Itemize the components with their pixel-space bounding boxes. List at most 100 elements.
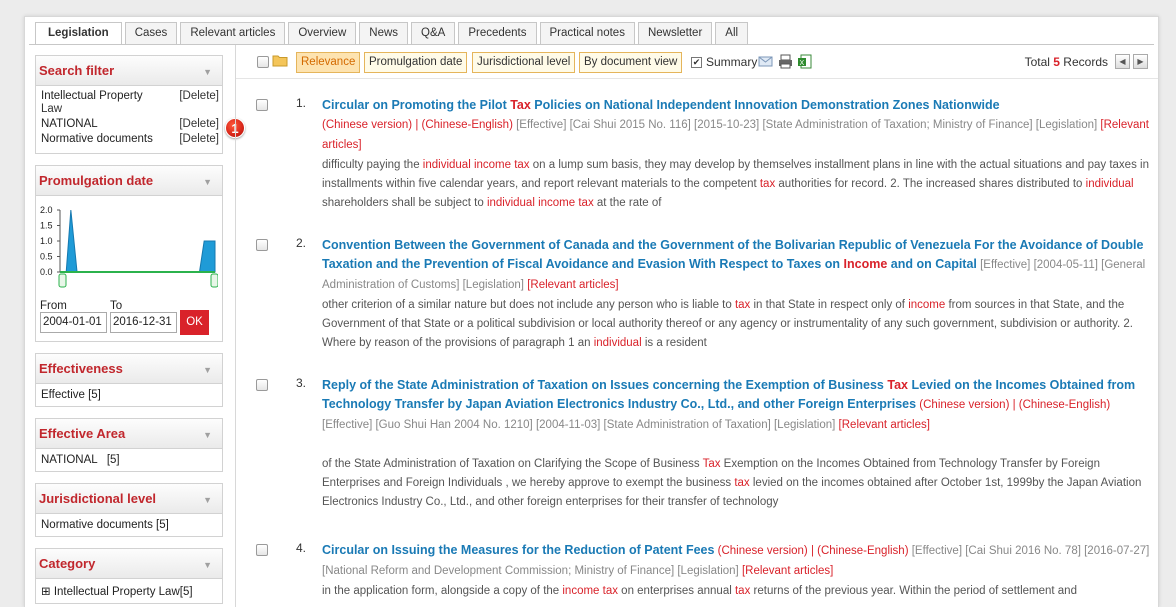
collapse-arrow-icon[interactable]: ▼ xyxy=(203,167,212,197)
panel-header[interactable]: Search filter ▼ xyxy=(36,56,222,86)
range-end-handle[interactable] xyxy=(210,273,218,288)
panel-header[interactable]: Category ▼ xyxy=(36,549,222,579)
print-icon[interactable] xyxy=(778,54,793,69)
panel-header[interactable]: Effectiveness ▼ xyxy=(36,354,222,384)
panel-header[interactable]: Promulgation date ▼ xyxy=(36,166,222,196)
panel-title: Effectiveness xyxy=(39,361,123,376)
filter-label: Normative documents xyxy=(41,133,153,145)
collapse-arrow-icon[interactable]: ▼ xyxy=(203,420,212,450)
title-text: Reply of the State Administration of Tax… xyxy=(322,378,888,392)
prev-page-button[interactable]: ◀ xyxy=(1115,54,1130,69)
y-tick-label: 0.5 xyxy=(40,252,53,262)
collapse-arrow-icon[interactable]: ▼ xyxy=(203,550,212,580)
panel-title: Effective Area xyxy=(39,426,126,441)
next-page-button[interactable]: ▶ xyxy=(1133,54,1148,69)
from-date-input[interactable]: 2004-01-01 xyxy=(40,312,107,333)
collapse-arrow-icon[interactable]: ▼ xyxy=(203,355,212,385)
delete-link[interactable]: [Delete] xyxy=(179,133,219,146)
result-metadata: [Effective] [Cai Shui 2015 No. 116] [201… xyxy=(512,119,1101,131)
tab-legislation[interactable]: Legislation xyxy=(35,22,122,45)
keyword-highlight: Tax xyxy=(887,378,908,392)
result-snippet: of the State Administration of Taxation … xyxy=(322,458,1142,508)
tab-bar: Legislation Cases Relevant articles Over… xyxy=(35,22,751,45)
filter-item-normative: Normative documents [Delete] xyxy=(41,133,219,146)
effectiveness-panel: Effectiveness ▼ Effective [5] xyxy=(35,353,223,407)
panel-header[interactable]: Jurisdictional level ▼ xyxy=(36,484,222,514)
jurisdictional-level-panel: Jurisdictional level ▼ Normative document… xyxy=(35,483,223,537)
panel-title: Category xyxy=(39,556,96,571)
result-snippet: difficulty paying the individual income … xyxy=(322,159,1149,209)
to-label: To xyxy=(110,300,123,312)
sort-promulgation-date-button[interactable]: Promulgation date xyxy=(364,52,468,73)
search-filter-panel: Search filter ▼ Intellectual Property Law [… xyxy=(35,55,223,154)
collapse-arrow-icon[interactable]: ▼ xyxy=(203,485,212,515)
main-window: Legislation Cases Relevant articles Over… xyxy=(24,16,1159,607)
tab-news[interactable]: News xyxy=(359,22,409,44)
relevant-articles-link[interactable]: [Relevant articles] xyxy=(527,279,618,291)
tab-qa[interactable]: Q&A xyxy=(411,22,456,44)
result-snippet: other criterion of a similar nature but … xyxy=(322,299,1133,349)
version-links[interactable]: (Chinese version) | (Chinese-English) xyxy=(322,119,513,131)
collapse-arrow-icon[interactable]: ▼ xyxy=(203,57,212,87)
svg-text:X: X xyxy=(800,60,805,67)
relevant-articles-link[interactable]: [Relevant articles] xyxy=(742,565,833,577)
excel-export-icon[interactable]: X xyxy=(797,54,812,69)
promulgation-date-chart[interactable]: 2.0 1.5 1.0 0.5 0.0 xyxy=(40,202,218,302)
category-panel: Category ▼ ⊞ Intellectual Property Law[5] xyxy=(35,548,223,604)
select-all-checkbox[interactable] xyxy=(257,56,269,68)
to-date-input[interactable]: 2016-12-31 xyxy=(110,312,177,333)
relevant-articles-link[interactable]: [Relevant articles] xyxy=(839,419,930,431)
tab-newsletter[interactable]: Newsletter xyxy=(637,22,713,44)
total-suffix: Records xyxy=(1059,55,1108,69)
facet-item[interactable]: Normative documents [5] xyxy=(41,519,169,531)
total-records: Total 5 Records xyxy=(1025,55,1108,69)
tab-all[interactable]: All xyxy=(715,22,749,44)
result-title-link[interactable]: Circular on Promoting the Pilot Tax Poli… xyxy=(322,98,1000,112)
facet-item[interactable]: ⊞ Intellectual Property Law[5] xyxy=(41,586,193,598)
title-text: Policies on National Independent Innovat… xyxy=(530,98,1000,112)
result-checkbox[interactable] xyxy=(256,379,268,391)
y-tick-label: 2.0 xyxy=(40,205,53,215)
result-number: 3. xyxy=(296,376,307,390)
facet-item[interactable]: Effective [5] xyxy=(41,389,101,401)
tab-cases[interactable]: Cases xyxy=(124,22,178,44)
delete-link[interactable]: [Delete] xyxy=(179,118,219,131)
total-count: 5 xyxy=(1053,55,1060,69)
email-icon[interactable] xyxy=(758,54,774,69)
filter-item-ip-law: Intellectual Property Law [Delete] xyxy=(41,90,219,116)
filter-item-national: NATIONAL [Delete] xyxy=(41,118,219,131)
version-links[interactable]: (Chinese version) | (Chinese-English) xyxy=(714,545,909,557)
result-checkbox[interactable] xyxy=(256,239,268,251)
sort-jurisdictional-level-button[interactable]: Jurisdictional level xyxy=(472,52,576,73)
result-number: 1. xyxy=(296,96,307,110)
from-label: From xyxy=(40,300,67,312)
sort-relevance-button[interactable]: Relevance xyxy=(296,52,361,73)
result-metadata: [Effective] [Guo Shui Han 2004 No. 1210]… xyxy=(322,419,839,431)
result-checkbox[interactable] xyxy=(256,99,268,111)
panel-title: Jurisdictional level xyxy=(39,491,157,506)
y-tick-label: 1.5 xyxy=(40,221,53,231)
result-title-link[interactable]: Circular on Issuing the Measures for the… xyxy=(322,543,714,557)
total-prefix: Total xyxy=(1024,55,1054,69)
keyword-highlight: Income xyxy=(843,257,888,271)
ok-button[interactable]: OK xyxy=(180,310,209,335)
tab-precedents[interactable]: Precedents xyxy=(458,22,537,44)
version-links[interactable]: (Chinese version) | (Chinese-English) xyxy=(916,399,1110,411)
tab-relevant-articles[interactable]: Relevant articles xyxy=(180,22,286,44)
range-start-handle[interactable] xyxy=(58,273,67,288)
result-snippet: in the application form, alongside a cop… xyxy=(322,585,1077,597)
folder-icon[interactable] xyxy=(272,54,288,67)
by-document-view-button[interactable]: By document view xyxy=(579,52,683,73)
result-checkbox[interactable] xyxy=(256,544,268,556)
title-text: and on Capital xyxy=(887,257,977,271)
tab-overview[interactable]: Overview xyxy=(288,22,357,44)
panel-title: Promulgation date xyxy=(39,173,154,188)
delete-link[interactable]: [Delete] xyxy=(179,90,219,116)
panel-header[interactable]: Effective Area ▼ xyxy=(36,419,222,449)
filter-label: Law xyxy=(41,103,63,115)
summary-checkbox[interactable]: ✔ xyxy=(691,57,702,68)
results-toolbar: Relevance Promulgation date Jurisdiction… xyxy=(236,45,1158,79)
facet-item[interactable]: NATIONAL [5] xyxy=(41,454,120,466)
tab-practical-notes[interactable]: Practical notes xyxy=(539,22,635,44)
results-pane: Relevance Promulgation date Jurisdiction… xyxy=(235,45,1158,607)
